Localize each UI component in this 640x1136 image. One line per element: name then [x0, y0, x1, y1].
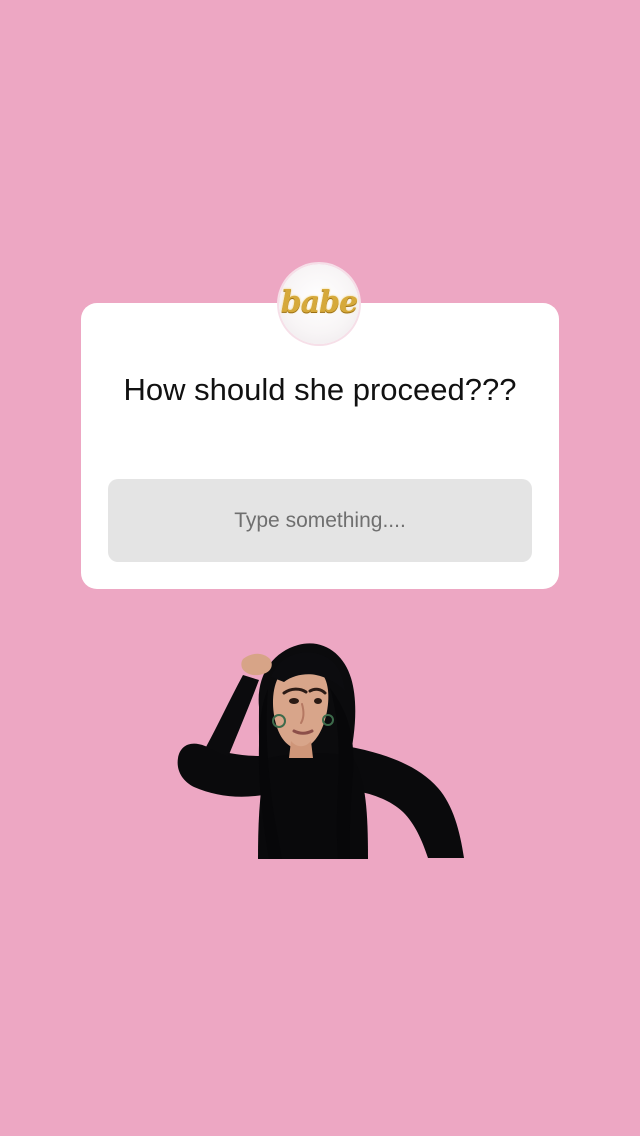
question-title: How should she proceed??? [123, 372, 517, 407]
profile-avatar: babe [279, 264, 359, 344]
woman-thinking-sticker [170, 635, 474, 865]
avatar-logo-text: babe [280, 285, 358, 320]
answer-input[interactable] [108, 479, 532, 562]
